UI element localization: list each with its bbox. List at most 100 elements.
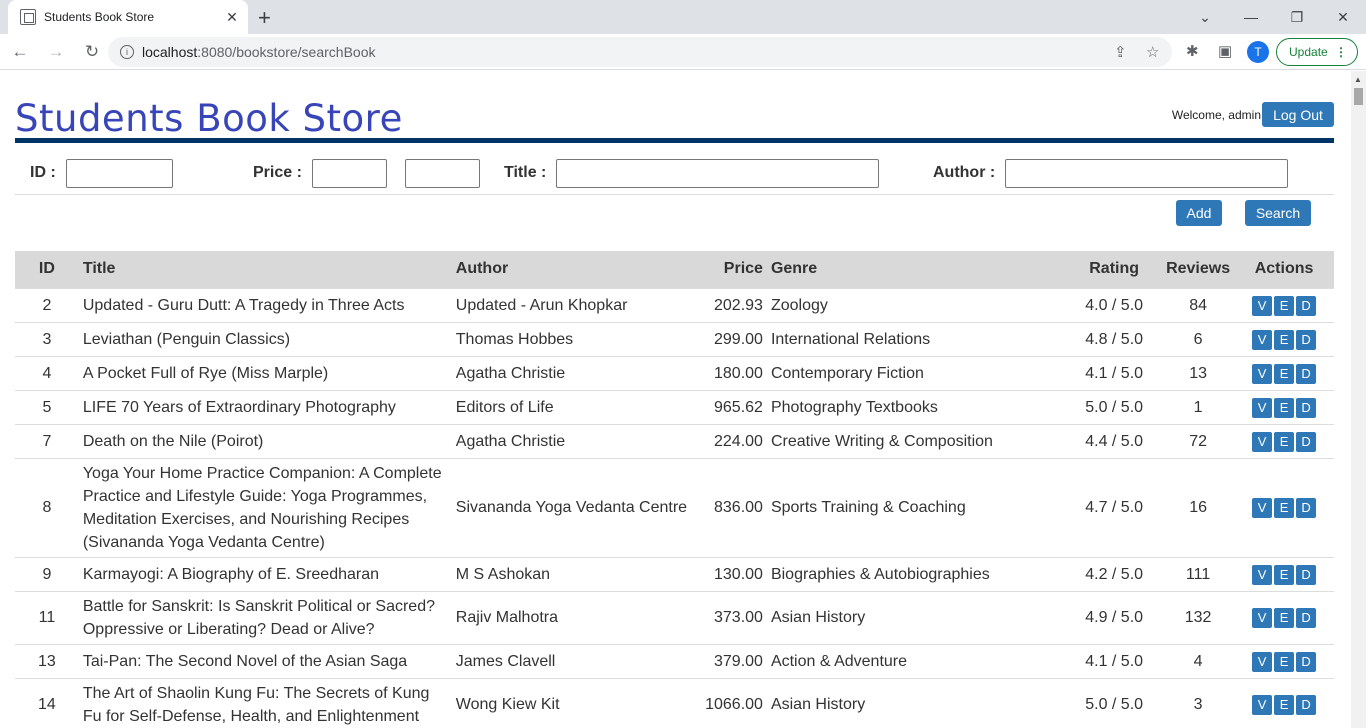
price-max-input[interactable] — [405, 159, 480, 188]
cell-title: Yoga Your Home Practice Companion: A Com… — [78, 457, 452, 557]
scroll-up-icon[interactable]: ▲ — [1354, 75, 1362, 84]
delete-button[interactable]: D — [1296, 397, 1317, 418]
site-header: Students Book Store Welcome, admin Log O… — [15, 97, 1334, 140]
cell-genre: Asian History — [766, 590, 1067, 644]
cell-id: 11 — [15, 590, 79, 644]
table-row: 4A Pocket Full of Rye (Miss Marple) Agath… — [15, 355, 1334, 390]
cell-actions: VED — [1234, 423, 1334, 458]
close-tab-icon[interactable]: ✕ — [224, 9, 240, 26]
cell-price: 130.00 — [701, 556, 767, 591]
cell-genre: Biographies & Autobiographies — [766, 556, 1067, 591]
title-label: Title : — [504, 164, 547, 181]
edit-button[interactable]: E — [1274, 695, 1295, 715]
search-button[interactable]: Search — [1245, 200, 1311, 226]
header-divider — [15, 138, 1334, 143]
delete-button[interactable]: D — [1296, 329, 1317, 350]
edit-button[interactable]: E — [1274, 397, 1295, 418]
side-panel-icon[interactable]: ▣ — [1218, 42, 1232, 60]
new-tab-icon[interactable]: + — [258, 5, 271, 31]
cell-genre: Action & Adventure — [766, 643, 1067, 678]
tab-search-chevron-icon[interactable]: ⌄ — [1182, 0, 1228, 34]
reload-icon[interactable]: ↻ — [76, 36, 108, 68]
share-icon[interactable]: ⇪ — [1114, 43, 1127, 61]
view-button[interactable]: V — [1252, 608, 1273, 628]
forward-icon[interactable]: → — [40, 36, 72, 68]
author-input[interactable] — [1005, 159, 1288, 188]
cell-author: Thomas Hobbes — [451, 321, 702, 356]
browser-tab[interactable]: Students Book Store ✕ — [8, 0, 248, 34]
address-bar[interactable]: i localhost:8080/bookstore/searchBook ⇪ … — [108, 37, 1172, 67]
delete-button[interactable]: D — [1296, 431, 1317, 452]
cell-author: M S Ashokan — [451, 556, 702, 591]
cell-reviews: 132 — [1162, 590, 1235, 644]
cell-title: Leviathan (Penguin Classics) — [78, 321, 452, 356]
cell-reviews: 3 — [1162, 677, 1235, 728]
cell-id: 14 — [15, 677, 79, 728]
cell-id: 9 — [15, 556, 79, 591]
table-row: 3 Leviathan (Penguin Classics) Thomas Hobb… — [15, 321, 1334, 356]
edit-button[interactable]: E — [1274, 431, 1295, 452]
edit-button[interactable]: E — [1274, 295, 1295, 316]
view-button[interactable]: V — [1252, 695, 1273, 715]
column-header-reviews: Reviews — [1166, 260, 1231, 278]
cell-actions: VED — [1234, 355, 1334, 390]
title-input[interactable] — [556, 159, 879, 188]
view-button[interactable]: V — [1252, 329, 1273, 350]
view-button[interactable]: V — [1252, 397, 1273, 418]
more-menu-icon[interactable]: ⋮ — [1335, 45, 1347, 59]
delete-button[interactable]: D — [1296, 363, 1317, 384]
page-scrollbar[interactable]: ▲ — [1351, 71, 1366, 728]
table-header-row: ID Title Author Price Genre Rating Reviews Acti… — [15, 251, 1334, 288]
update-button[interactable]: Update ⋮ — [1276, 38, 1358, 66]
cell-title: Battle for Sanskrit: Is Sanskrit Politic… — [78, 590, 452, 644]
cell-id: 4 — [15, 355, 79, 390]
id-input[interactable] — [66, 159, 173, 188]
id-label: ID : — [30, 164, 56, 181]
cell-price: 373.00 — [701, 590, 767, 644]
close-window-icon[interactable]: ✕ — [1320, 0, 1366, 34]
back-icon[interactable]: ← — [4, 36, 36, 68]
view-button[interactable]: V — [1252, 363, 1273, 384]
price-min-input[interactable] — [312, 159, 387, 188]
cell-id: 5 — [15, 389, 79, 424]
delete-button[interactable]: D — [1296, 608, 1317, 628]
delete-button[interactable]: D — [1296, 695, 1317, 715]
page-content: Students Book Store Welcome, admin Log O… — [0, 71, 1366, 728]
delete-button[interactable]: D — [1296, 564, 1317, 585]
bookmark-star-icon[interactable]: ☆ — [1146, 43, 1159, 61]
cell-genre: Contemporary Fiction — [766, 355, 1067, 390]
delete-button[interactable]: D — [1296, 295, 1317, 316]
delete-button[interactable]: D — [1296, 498, 1317, 518]
profile-avatar[interactable]: T — [1247, 41, 1269, 63]
cell-id: 3 — [15, 321, 79, 356]
view-button[interactable]: V — [1252, 431, 1273, 452]
extensions-puzzle-icon[interactable]: ✱ — [1186, 42, 1199, 60]
cell-title: Death on the Nile (Poirot) — [78, 423, 452, 458]
view-button[interactable]: V — [1252, 498, 1273, 518]
cell-reviews: 16 — [1162, 457, 1235, 557]
view-button[interactable]: V — [1252, 651, 1273, 672]
cell-genre: Creative Writing & Composition — [766, 423, 1067, 458]
scrollbar-thumb[interactable] — [1354, 88, 1363, 105]
update-label: Update — [1289, 45, 1328, 59]
cell-reviews: 111 — [1162, 556, 1235, 591]
cell-actions: VED — [1234, 556, 1334, 591]
table-row: 5 LIFE 70 Years of Extraordinary Photogra… — [15, 389, 1334, 424]
delete-button[interactable]: D — [1296, 651, 1317, 672]
table-row: 8 Yoga Your Home Practice Companion: A Co… — [15, 457, 1334, 557]
edit-button[interactable]: E — [1274, 608, 1295, 628]
cell-genre: Sports Training & Coaching — [766, 457, 1067, 557]
view-button[interactable]: V — [1252, 295, 1273, 316]
site-info-icon[interactable]: i — [120, 45, 134, 59]
edit-button[interactable]: E — [1274, 329, 1295, 350]
edit-button[interactable]: E — [1274, 498, 1295, 518]
cell-reviews: 4 — [1162, 643, 1235, 678]
edit-button[interactable]: E — [1274, 651, 1295, 672]
edit-button[interactable]: E — [1274, 363, 1295, 384]
logout-button[interactable]: Log Out — [1262, 102, 1334, 127]
minimize-icon[interactable]: — — [1228, 0, 1274, 34]
view-button[interactable]: V — [1252, 564, 1273, 585]
edit-button[interactable]: E — [1274, 564, 1295, 585]
restore-icon[interactable]: ❐ — [1274, 0, 1320, 34]
add-button[interactable]: Add — [1176, 200, 1222, 226]
